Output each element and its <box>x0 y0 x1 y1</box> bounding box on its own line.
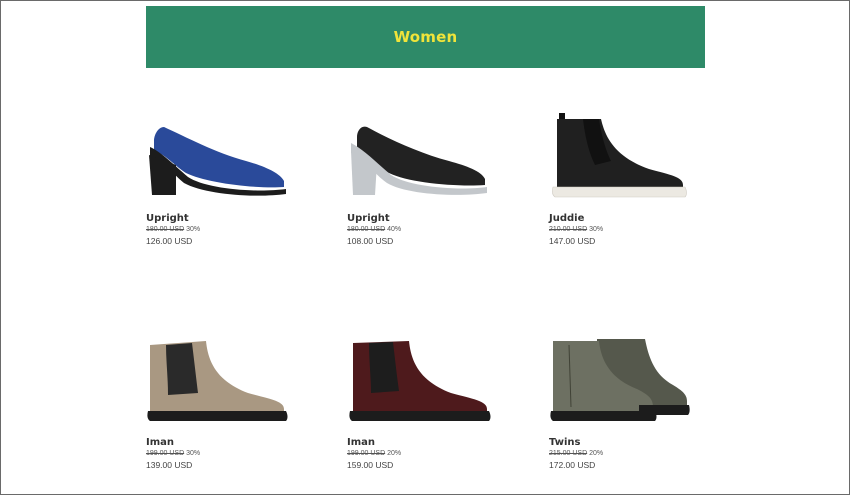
chelsea-boot-taupe-icon[interactable] <box>146 337 291 429</box>
discount-percent: 30% <box>186 226 201 233</box>
boot-sole <box>552 186 687 198</box>
original-price: 180.00 USD <box>146 226 185 233</box>
original-price: 180.00 USD <box>347 226 386 233</box>
discount-percent: 40% <box>387 226 402 233</box>
price-line: 199.00 USD 30% <box>146 450 200 457</box>
sale-price: 147.00 USD <box>549 236 596 246</box>
boot-upper <box>557 119 683 189</box>
price-line: 180.00 USD 40% <box>347 226 401 233</box>
price-line: 199.00 USD 20% <box>347 450 401 457</box>
original-price: 215.00 USD <box>549 450 588 457</box>
product-name[interactable]: Twins <box>549 437 580 448</box>
pump-upper <box>357 126 485 186</box>
pump-shoe-blue-icon[interactable] <box>146 113 291 205</box>
original-price: 199.00 USD <box>347 450 386 457</box>
chelsea-boot-black-icon[interactable] <box>549 113 694 205</box>
discount-percent: 30% <box>589 226 604 233</box>
product-name[interactable]: Upright <box>146 213 189 224</box>
ankle-boot-olive-icon[interactable] <box>549 337 694 429</box>
boot-pull-tab <box>559 113 565 119</box>
chelsea-boot-burgundy-icon[interactable] <box>347 337 492 429</box>
category-banner: Women <box>146 6 705 68</box>
sale-price: 108.00 USD <box>347 236 394 246</box>
product-name[interactable]: Upright <box>347 213 390 224</box>
product-listing-page: Women Upright 180.00 USD 30% 126.00 USD U… <box>0 0 850 495</box>
boot-sole <box>349 411 491 421</box>
price-line: 215.00 USD 20% <box>549 450 603 457</box>
product-card[interactable]: Iman 199.00 USD 20% 159.00 USD <box>347 337 537 487</box>
category-title: Women <box>393 28 458 46</box>
product-card[interactable]: Juddie 210.00 USD 30% 147.00 USD <box>549 113 739 263</box>
boot-sole <box>147 411 288 421</box>
product-card[interactable]: Upright 180.00 USD 40% 108.00 USD <box>347 113 537 263</box>
sale-price: 139.00 USD <box>146 460 193 470</box>
product-name[interactable]: Iman <box>347 437 375 448</box>
product-card[interactable]: Iman 199.00 USD 30% 139.00 USD <box>146 337 336 487</box>
discount-percent: 20% <box>589 450 604 457</box>
sale-price: 172.00 USD <box>549 460 596 470</box>
discount-percent: 20% <box>387 450 402 457</box>
original-price: 199.00 USD <box>146 450 185 457</box>
pump-shoe-black-icon[interactable] <box>347 113 492 205</box>
sale-price: 159.00 USD <box>347 460 394 470</box>
product-card[interactable]: Twins 215.00 USD 20% 172.00 USD <box>549 337 739 487</box>
price-line: 210.00 USD 30% <box>549 226 603 233</box>
price-line: 180.00 USD 30% <box>146 226 200 233</box>
boot-sole <box>550 411 657 421</box>
product-card[interactable]: Upright 180.00 USD 30% 126.00 USD <box>146 113 336 263</box>
product-name[interactable]: Juddie <box>549 213 584 224</box>
discount-percent: 30% <box>186 450 201 457</box>
product-name[interactable]: Iman <box>146 437 174 448</box>
original-price: 210.00 USD <box>549 226 588 233</box>
sale-price: 126.00 USD <box>146 236 193 246</box>
